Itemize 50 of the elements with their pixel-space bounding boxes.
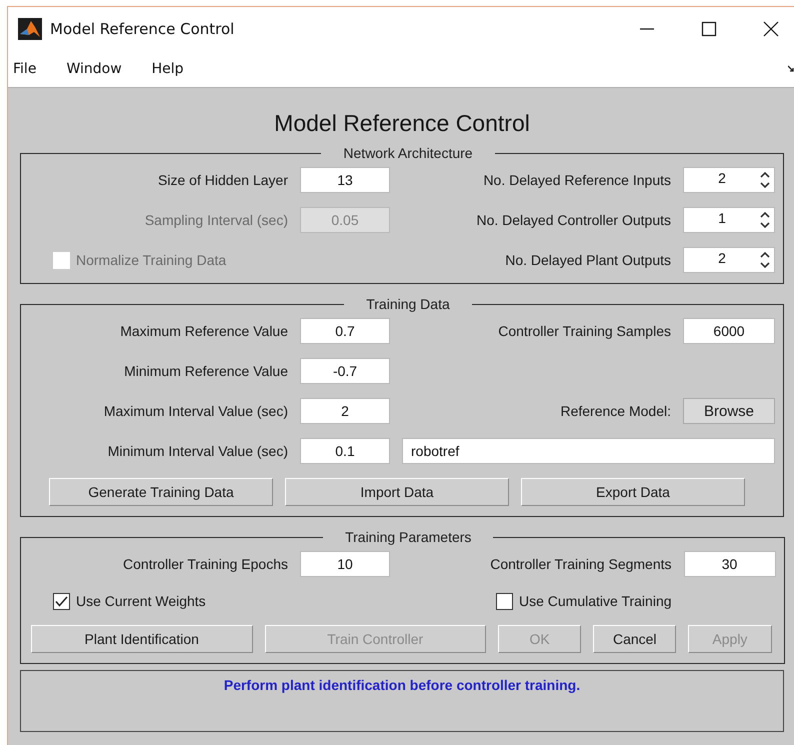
app-logo-icon [18, 18, 42, 40]
field-label: Sampling Interval (sec) [144, 212, 288, 228]
input-field[interactable]: 30 [684, 551, 776, 577]
menu-item[interactable]: Window [61, 61, 135, 77]
field-label: Controller Training Segments [490, 556, 672, 572]
field-label: Minimum Interval Value (sec) [108, 443, 288, 459]
menu-item[interactable]: Help [146, 61, 197, 77]
field-label: Controller Training Samples [498, 323, 671, 339]
spinner-field[interactable]: 2 [683, 247, 775, 273]
field-label: Maximum Reference Value [120, 323, 288, 339]
field-label: Size of Hidden Layer [158, 172, 288, 188]
field-label: Reference Model: [560, 403, 671, 419]
field-label: Maximum Interval Value (sec) [104, 403, 288, 419]
field-label: No. Delayed Controller Outputs [476, 212, 671, 228]
input-field[interactable]: 6000 [683, 318, 775, 344]
button[interactable]: Export Data [521, 478, 745, 506]
field-label: Controller Training Epochs [123, 556, 288, 572]
input-field[interactable]: 13 [300, 167, 390, 193]
input-field[interactable]: 10 [300, 551, 390, 577]
status-message: Perform plant identification before controller training. [224, 677, 580, 694]
button[interactable]: Cancel [593, 625, 676, 653]
input-field[interactable]: 2 [300, 398, 390, 424]
checkbox[interactable]: Use Current Weights [53, 591, 206, 611]
checkbox[interactable]: Use Cumulative Training [496, 591, 672, 611]
spinner-arrows-icon[interactable] [760, 211, 770, 229]
panel-title: Training Parameters [344, 529, 472, 545]
field-label: No. Delayed Reference Inputs [483, 172, 671, 188]
menu-item[interactable]: File [8, 61, 50, 77]
input-field[interactable]: -0.7 [300, 358, 390, 384]
close-icon[interactable] [763, 21, 779, 37]
button[interactable]: Browse [683, 398, 775, 424]
panel-title: Training Data [365, 296, 451, 312]
input-field[interactable]: 0.7 [300, 318, 390, 344]
button[interactable]: Generate Training Data [49, 478, 273, 506]
maximize-icon[interactable] [701, 21, 717, 37]
panel-title: Network Architecture [342, 145, 474, 161]
input-field[interactable]: 0.1 [300, 438, 390, 464]
field-label: Minimum Reference Value [124, 363, 288, 379]
spinner-field[interactable]: 1 [683, 207, 775, 233]
button[interactable]: Plant Identification [31, 625, 252, 653]
spinner-arrows-icon[interactable] [760, 171, 770, 189]
arrow-icon[interactable] [788, 65, 794, 72]
dialog-heading: Model Reference Control [273, 110, 531, 137]
checkmark-icon [55, 596, 68, 606]
button[interactable]: Import Data [285, 478, 509, 506]
field-label: No. Delayed Plant Outputs [505, 252, 671, 268]
input-field[interactable]: robotref [402, 438, 775, 464]
spinner-arrows-icon[interactable] [760, 251, 770, 269]
window-title: Model Reference Control [50, 20, 236, 38]
spinner-field[interactable]: 2 [683, 167, 775, 193]
